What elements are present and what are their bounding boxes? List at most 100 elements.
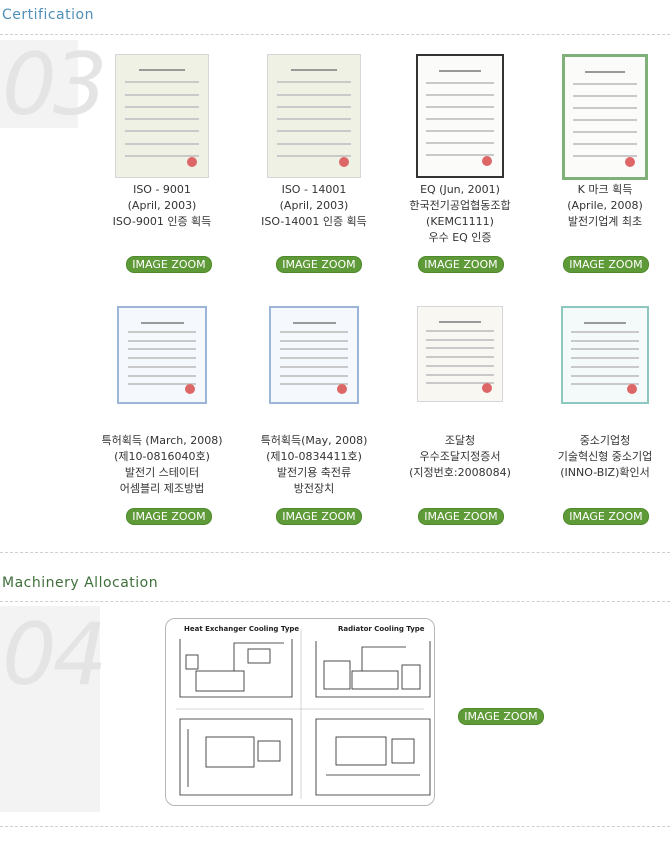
certificate-seal-icon — [184, 384, 195, 395]
certificate-image[interactable] — [117, 306, 207, 404]
section-number: 04 — [2, 605, 107, 705]
document-text-line — [426, 356, 494, 358]
certificate-caption-line: ISO-9001 인증 획득 — [112, 215, 212, 228]
certificate-image[interactable] — [269, 306, 359, 404]
image-zoom-button[interactable]: IMAGE ZOOM — [126, 508, 212, 525]
document-text-line — [571, 330, 639, 333]
image-zoom-button[interactable]: IMAGE ZOOM — [418, 256, 504, 273]
certificate-seal-icon — [481, 156, 492, 167]
document-text-line — [426, 347, 494, 350]
certificate-caption: ISO - 14001 (April, 2003) ISO-14001 인증 획득 — [244, 182, 384, 230]
document-text-line — [426, 364, 494, 367]
certificate-caption-line: 발전기 스테이터 — [124, 466, 200, 479]
section-divider — [0, 601, 670, 602]
certificate-seal-icon — [481, 383, 492, 394]
certificate-card: 중소기업청기술혁신형 중소기업 (INNO-BIZ)확인서 — [535, 306, 670, 479]
section-title-certification: Certification — [2, 7, 94, 23]
document-text-line — [127, 330, 197, 333]
certificate-caption-line: (April, 2003) — [127, 199, 197, 212]
document-text-line — [573, 131, 637, 133]
section-divider — [0, 552, 670, 553]
document-text-line — [125, 105, 199, 108]
certificate-caption-line: 발전기업계 최초 — [567, 215, 643, 228]
certificate-image[interactable] — [267, 54, 361, 178]
document-text-line — [573, 107, 637, 109]
image-zoom-button[interactable]: IMAGE ZOOM — [276, 256, 362, 273]
document-text-line — [426, 106, 494, 108]
document-text-line — [139, 69, 185, 71]
certificate-seal-icon — [625, 157, 636, 168]
certificate-caption-line: 기술혁신형 중소기업 — [557, 450, 653, 463]
document-text-line — [291, 69, 337, 71]
document-text-line — [279, 365, 349, 368]
certificate-caption: 조달청 우수조달지정증서 (지정번호:2008084) — [390, 433, 530, 481]
certificate-image[interactable] — [562, 54, 648, 180]
diagram-left-title: Heat Exchanger Cooling Type — [184, 625, 299, 633]
certificate-caption: 중소기업청기술혁신형 중소기업 (INNO-BIZ)확인서 — [535, 433, 670, 481]
diagram-right-title: Radiator Cooling Type — [338, 625, 425, 633]
certificate-card: ISO - 9001 (April, 2003) ISO-9001 인증 획득 — [92, 54, 232, 228]
image-zoom-button[interactable]: IMAGE ZOOM — [418, 508, 504, 525]
certificate-caption-line: 어셈블리 제조방법 — [119, 482, 205, 495]
certificate-image[interactable] — [417, 306, 503, 402]
document-text-line — [584, 322, 626, 324]
document-text-line — [571, 348, 639, 351]
document-text-line — [279, 357, 349, 359]
document-text-line — [277, 81, 351, 84]
certificate-caption-line: 발전기용 축전류 — [276, 466, 352, 479]
certificate-seal-icon — [626, 384, 637, 395]
image-zoom-button[interactable]: IMAGE ZOOM — [563, 508, 649, 525]
document-text-line — [426, 130, 494, 132]
certificate-image[interactable] — [416, 54, 504, 178]
document-text-line — [573, 95, 637, 97]
certificate-image[interactable] — [115, 54, 209, 178]
certificate-caption-line: (지정번호:2008084) — [409, 466, 511, 479]
image-zoom-button[interactable]: IMAGE ZOOM — [458, 708, 544, 725]
certificate-card: K 마크 획득 (Aprile, 2008) 발전기업계 최초 — [535, 54, 670, 228]
certificate-caption-line: K 마크 획득 — [577, 183, 633, 196]
certificate-caption-line: (제10-0834411호) — [266, 450, 362, 463]
image-zoom-button[interactable]: IMAGE ZOOM — [126, 256, 212, 273]
section-divider — [0, 826, 670, 827]
section-number: 03 — [2, 35, 107, 135]
document-text-line — [127, 365, 197, 368]
document-text-line — [277, 105, 351, 108]
document-text-line — [571, 374, 639, 377]
document-text-line — [125, 130, 199, 133]
certificate-card: ISO - 14001 (April, 2003) ISO-14001 인증 획득 — [244, 54, 384, 228]
document-text-line — [127, 357, 197, 359]
certificate-caption-line: 한국전기공업협동조합 — [409, 199, 511, 212]
machinery-allocation-diagram[interactable]: Heat Exchanger Cooling Type Radiator Coo… — [165, 618, 435, 806]
document-text-line — [277, 142, 351, 145]
document-text-line — [292, 322, 336, 324]
document-text-line — [125, 154, 199, 157]
section-title-machinery: Machinery Allocation — [2, 575, 159, 591]
document-text-line — [571, 339, 639, 342]
document-text-line — [573, 143, 637, 145]
certificate-caption-line: EQ (Jun, 2001) — [420, 183, 500, 196]
certificate-caption: EQ (Jun, 2001) 한국전기공업협동조합 (KEMC1111) 우수 EQ … — [390, 182, 530, 246]
image-zoom-button[interactable]: IMAGE ZOOM — [563, 256, 649, 273]
certificate-caption-line: 조달청 — [444, 434, 476, 447]
document-text-line — [426, 329, 494, 332]
certificate-caption-line: 특허획득(May, 2008) — [260, 434, 368, 447]
document-text-line — [127, 339, 197, 342]
image-zoom-button[interactable]: IMAGE ZOOM — [276, 508, 362, 525]
document-text-line — [125, 93, 199, 96]
certificate-caption-line: ISO-14001 인증 획득 — [261, 215, 367, 228]
certificate-caption-line: (April, 2003) — [279, 199, 349, 212]
document-text-line — [426, 338, 494, 341]
certificate-caption-line: 중소기업청 — [579, 434, 631, 447]
certificate-caption: 특허획득(May, 2008) (제10-0834411호) 발전기용 축전류 방전장… — [244, 433, 384, 497]
certificate-image[interactable] — [561, 306, 649, 404]
certificate-seal-icon — [338, 157, 349, 168]
certificate-caption-line: (INNO-BIZ)확인서 — [560, 466, 650, 479]
document-text-line — [127, 374, 197, 377]
document-text-line — [571, 357, 639, 359]
document-text-line — [127, 348, 197, 351]
document-text-line — [125, 81, 199, 84]
certificate-seal-icon — [336, 384, 347, 395]
certificate-caption: 특허획득 (March, 2008) (제10-0816040호) 발전기 스테이터… — [92, 433, 232, 497]
document-text-line — [140, 322, 184, 324]
certificate-caption-line: (Aprile, 2008) — [567, 199, 643, 212]
